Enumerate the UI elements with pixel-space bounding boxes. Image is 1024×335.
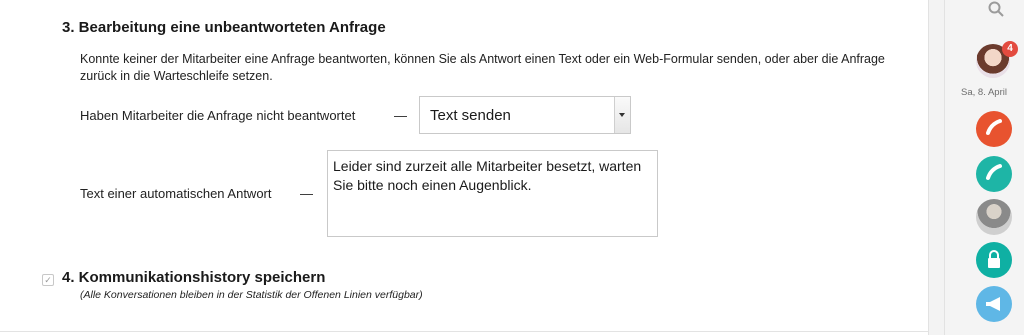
call-button-2[interactable] <box>976 156 1012 192</box>
chevron-down-icon <box>619 113 625 117</box>
settings-panel: 3. Bearbeitung eine unbeantworteten Anfr… <box>0 0 928 335</box>
row2-dash: — <box>300 186 313 201</box>
megaphone-icon <box>986 297 1000 311</box>
auto-reply-textarea[interactable]: Leider sind zurzeit alle Mitarbeiter bes… <box>327 150 658 237</box>
lock-button[interactable] <box>976 242 1012 278</box>
notification-badge: 4 <box>1002 41 1018 57</box>
scroll-gutter[interactable] <box>928 0 944 335</box>
section-3-description: Konnte keiner der Mitarbeiter eine Anfra… <box>80 52 885 83</box>
no-answer-action-select[interactable]: Text senden <box>419 96 631 134</box>
section-4-title: 4. Kommunikationshistory speichern <box>62 269 326 286</box>
no-answer-label: Haben Mitarbeiter die Anfrage nicht bean… <box>80 108 356 123</box>
phone-icon <box>986 164 1002 180</box>
user-avatar[interactable] <box>976 199 1012 235</box>
announcement-button[interactable] <box>976 286 1012 322</box>
divider <box>0 331 928 332</box>
row1-dash: — <box>394 108 407 123</box>
auto-reply-label: Text einer automatischen Antwort <box>80 186 272 201</box>
date-label: Sa, 8. April <box>961 87 1007 98</box>
phone-icon <box>986 119 1002 135</box>
select-value: Text senden <box>430 107 511 124</box>
lock-icon <box>988 250 1000 268</box>
save-history-checkbox[interactable]: ✓ <box>42 274 54 286</box>
call-button[interactable] <box>976 111 1012 147</box>
select-dropdown-button[interactable] <box>614 97 630 133</box>
search-icon[interactable] <box>987 0 1005 18</box>
section-3-title: 3. Bearbeitung eine unbeantworteten Anfr… <box>62 19 386 36</box>
section-4-note: (Alle Konversationen bleiben in der Stat… <box>80 289 423 301</box>
